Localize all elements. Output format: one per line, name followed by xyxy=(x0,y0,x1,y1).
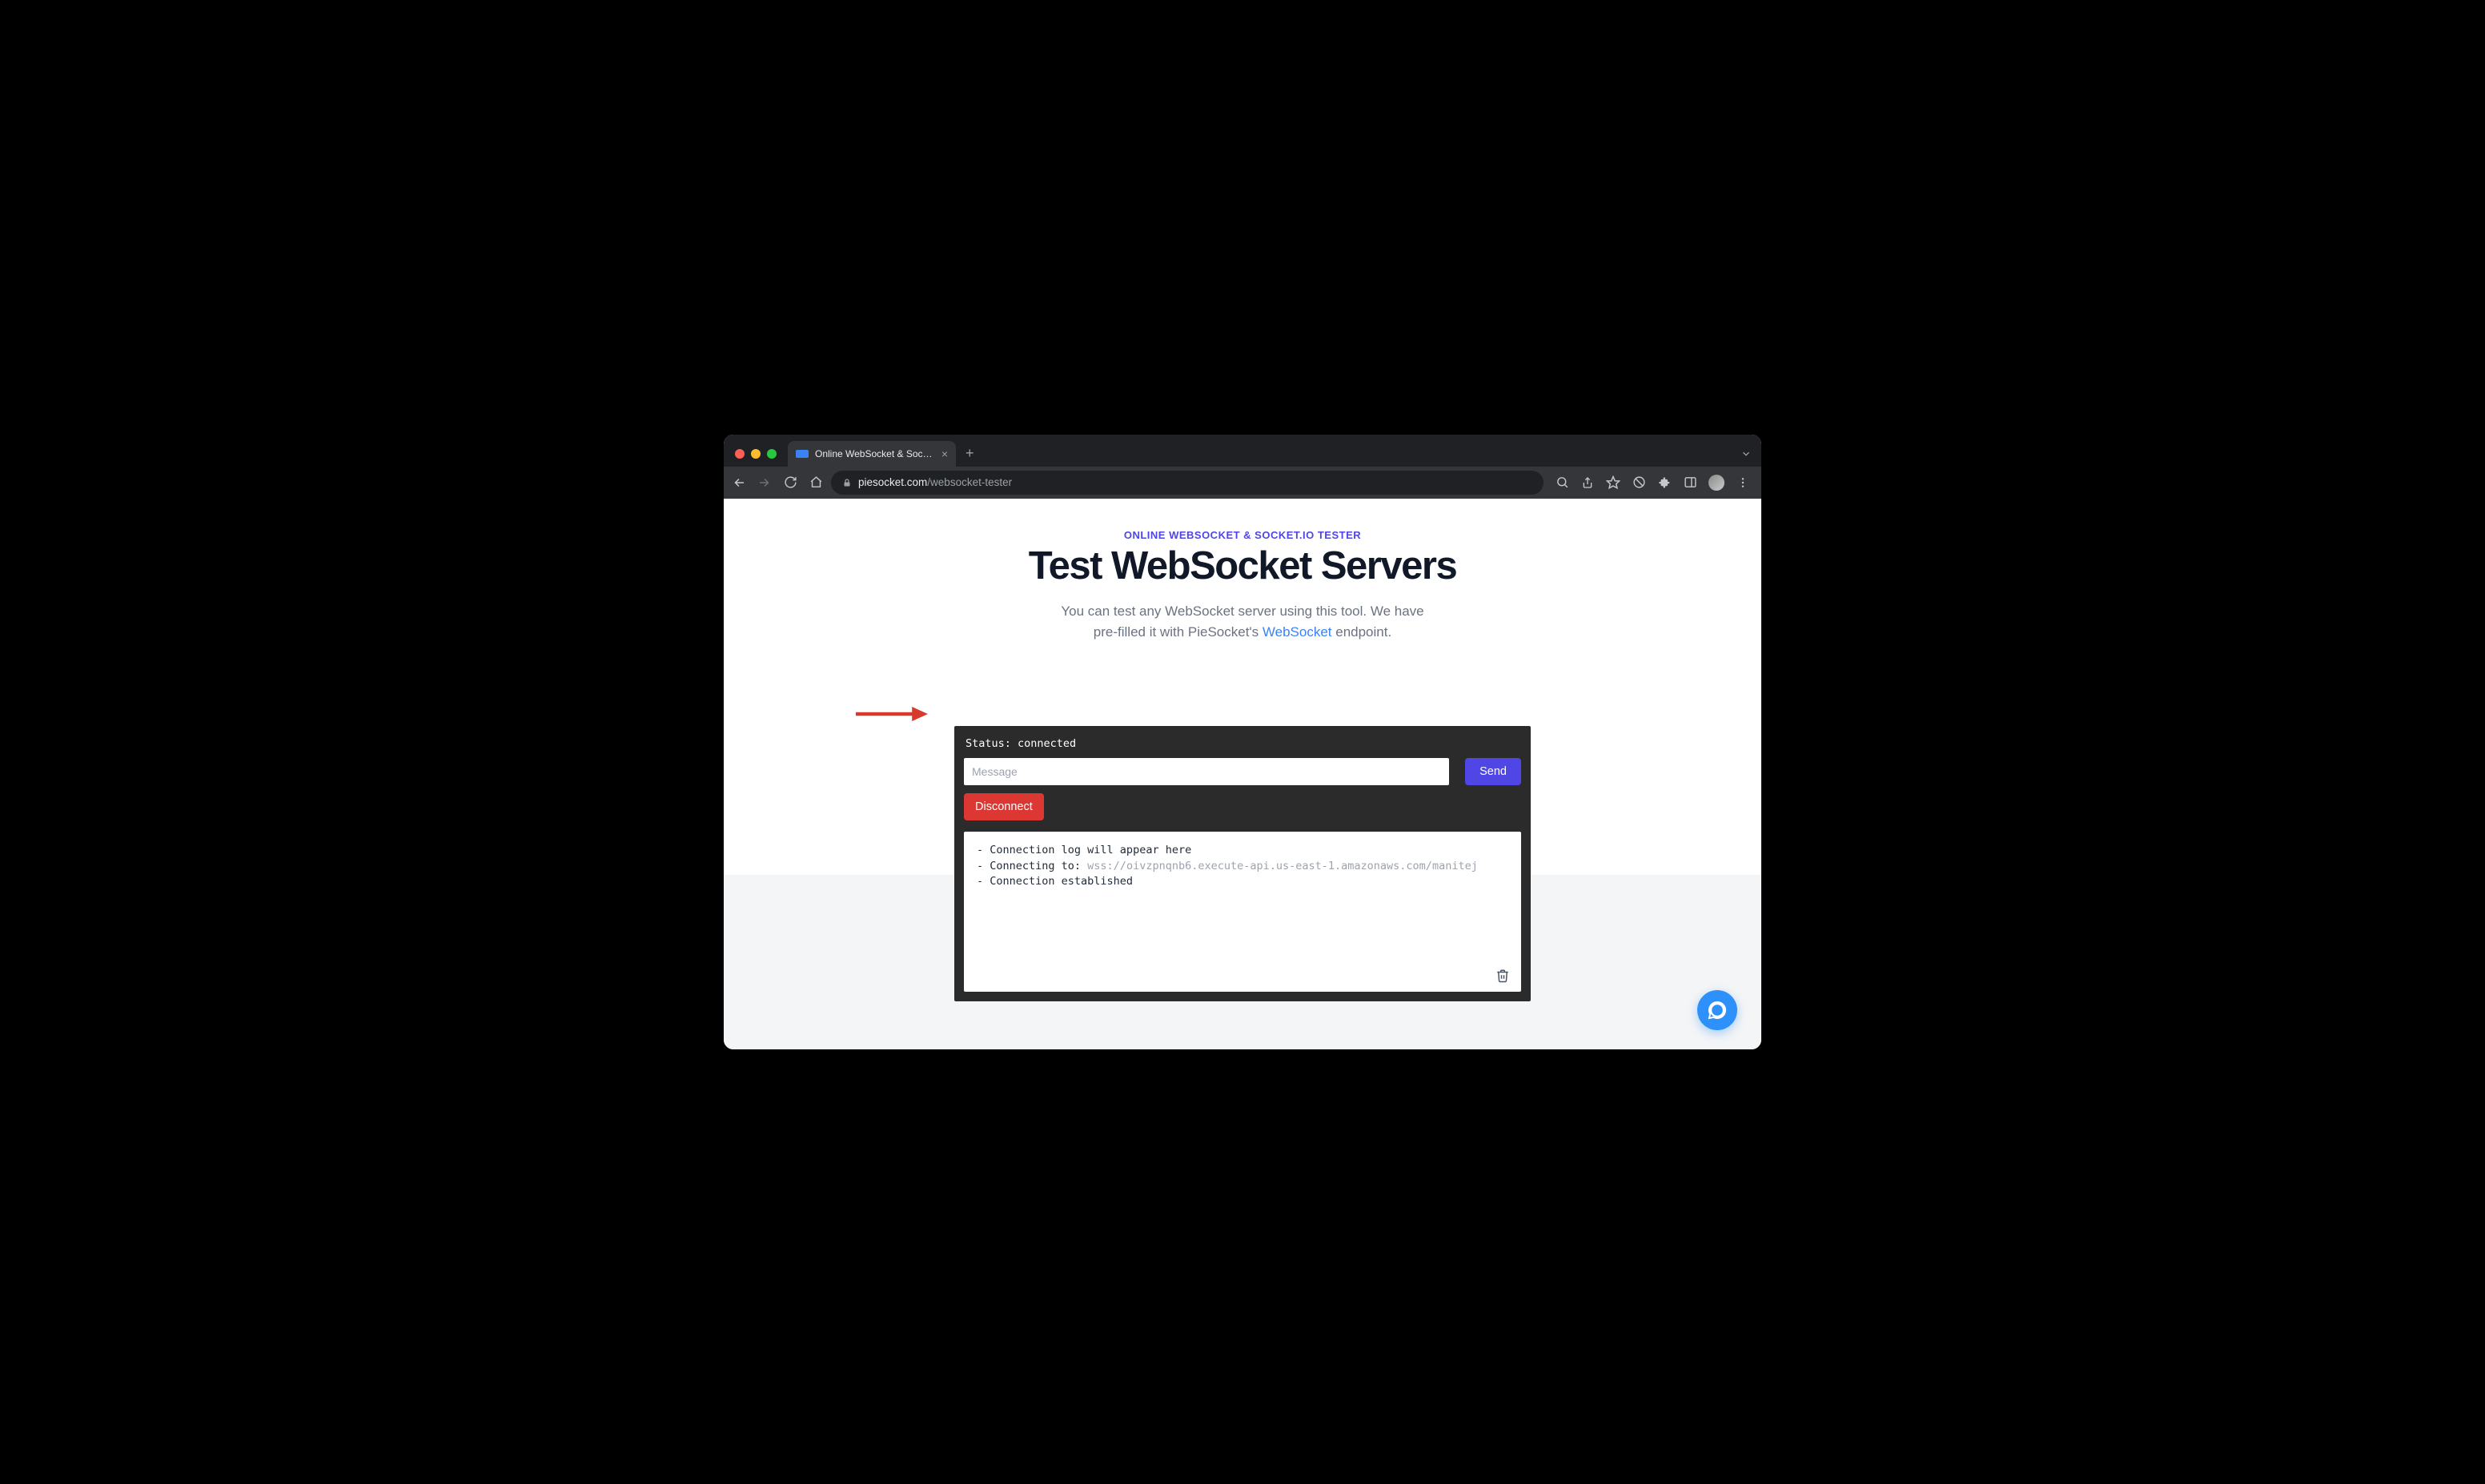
share-icon[interactable] xyxy=(1580,475,1595,490)
url-text: piesocket.com/websocket-tester xyxy=(858,476,1012,488)
clear-log-button[interactable] xyxy=(1495,968,1510,984)
browser-tab[interactable]: Online WebSocket & Socket.io × xyxy=(788,441,956,467)
panel-icon[interactable] xyxy=(1683,475,1697,490)
bookmark-star-icon[interactable] xyxy=(1606,475,1620,490)
send-button[interactable]: Send xyxy=(1465,758,1521,785)
tab-strip: Online WebSocket & Socket.io × + xyxy=(724,435,1761,467)
page-subtitle: You can test any WebSocket server using … xyxy=(1050,601,1435,642)
status-value: connected xyxy=(1018,737,1076,750)
extensions-icon[interactable] xyxy=(1657,475,1672,490)
status-line: Status: connected xyxy=(964,737,1521,758)
lock-icon xyxy=(842,478,852,487)
profile-avatar[interactable] xyxy=(1708,475,1724,491)
forward-button[interactable] xyxy=(757,475,772,490)
tab-favicon xyxy=(796,450,809,458)
maximize-window-button[interactable] xyxy=(767,449,777,459)
zoom-icon[interactable] xyxy=(1555,475,1569,490)
annotation-arrow-icon xyxy=(856,707,928,721)
eyebrow-text: ONLINE WEBSOCKET & SOCKET.IO TESTER xyxy=(740,529,1745,541)
websocket-link[interactable]: WebSocket xyxy=(1263,624,1332,640)
browser-window: Online WebSocket & Socket.io × + xyxy=(724,435,1761,1049)
tabs-overflow-icon[interactable] xyxy=(1740,448,1752,459)
page-title: Test WebSocket Servers xyxy=(740,546,1745,587)
chat-widget-button[interactable] xyxy=(1697,990,1737,1030)
kebab-menu-icon[interactable] xyxy=(1736,475,1750,490)
log-line: - Connection established xyxy=(977,874,1508,890)
log-url: wss://oivzpnqnb6.execute-api.us-east-1.a… xyxy=(1087,860,1478,872)
minimize-window-button[interactable] xyxy=(751,449,761,459)
websocket-tester-panel: Status: connected Send Disconnect - Conn… xyxy=(954,726,1531,1001)
log-line: - Connection log will appear here xyxy=(977,843,1508,859)
log-line: - Connecting to: wss://oivzpnqnb6.execut… xyxy=(977,859,1508,875)
page-viewport: ONLINE WEBSOCKET & SOCKET.IO TESTER Test… xyxy=(724,499,1761,1049)
tab-title: Online WebSocket & Socket.io xyxy=(815,448,935,459)
back-button[interactable] xyxy=(732,475,746,490)
connection-log: - Connection log will appear here - Conn… xyxy=(964,832,1521,992)
address-bar[interactable]: piesocket.com/websocket-tester xyxy=(831,471,1544,495)
browser-toolbar: piesocket.com/websocket-tester xyxy=(724,467,1761,499)
new-tab-button[interactable]: + xyxy=(965,445,974,462)
reload-button[interactable] xyxy=(783,475,797,490)
message-input[interactable] xyxy=(964,758,1449,785)
home-button[interactable] xyxy=(809,475,823,490)
adblock-icon[interactable] xyxy=(1632,475,1646,490)
disconnect-button[interactable]: Disconnect xyxy=(964,793,1044,820)
close-window-button[interactable] xyxy=(735,449,745,459)
window-controls xyxy=(735,449,777,459)
close-tab-icon[interactable]: × xyxy=(941,447,948,460)
